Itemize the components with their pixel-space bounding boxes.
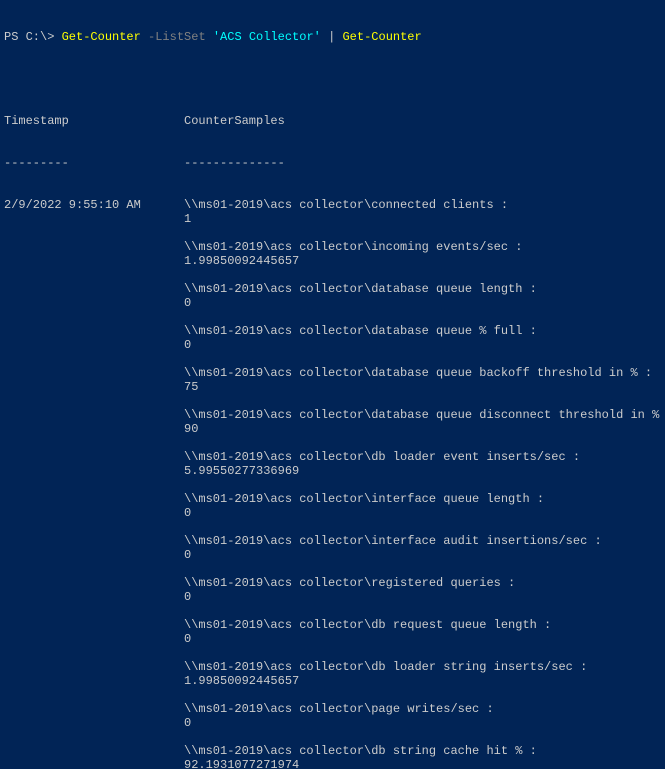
counter-value-row: 1 [4, 212, 661, 226]
header-timestamp: Timestamp [4, 114, 184, 128]
counter-sample-row: \\ms01-2019\acs collector\database queue… [4, 408, 661, 422]
counter-value-row: 0 [4, 716, 661, 730]
cmdlet-get-counter-2: Get-Counter [342, 30, 421, 44]
counter-path: \\ms01-2019\acs collector\connected clie… [184, 198, 508, 212]
counter-value-row: 0 [4, 506, 661, 520]
counter-path: \\ms01-2019\acs collector\db loader stri… [184, 660, 587, 674]
prompt-prefix: PS C:\> [4, 30, 62, 44]
counter-value-row: 90 [4, 422, 661, 436]
powershell-console[interactable]: PS C:\> Get-Counter -ListSet 'ACS Collec… [0, 0, 665, 769]
blank-line [4, 478, 661, 492]
counter-value: 1.99850092445657 [184, 254, 299, 268]
counter-value: 92.1931077271974 [184, 758, 299, 769]
blank-line [4, 730, 661, 744]
blank-line [4, 352, 661, 366]
counter-value: 0 [184, 338, 191, 352]
blank-line [4, 436, 661, 450]
counter-value: 0 [184, 716, 191, 730]
header-countersamples: CounterSamples [184, 114, 285, 128]
counter-sample-row: \\ms01-2019\acs collector\incoming event… [4, 240, 661, 254]
counter-value-row: 0 [4, 590, 661, 604]
blank-line [4, 394, 661, 408]
counter-sample-row: 2/9/2022 9:55:10 AM\\ms01-2019\acs colle… [4, 198, 661, 212]
counter-value: 1.99850092445657 [184, 674, 299, 688]
counter-sample-row: \\ms01-2019\acs collector\database queue… [4, 282, 661, 296]
counter-value: 0 [184, 548, 191, 562]
blank-line [4, 268, 661, 282]
header-row: TimestampCounterSamples [4, 114, 661, 128]
counter-sample-row: \\ms01-2019\acs collector\db loader even… [4, 450, 661, 464]
counter-path: \\ms01-2019\acs collector\db request que… [184, 618, 551, 632]
counter-path: \\ms01-2019\acs collector\interface audi… [184, 534, 602, 548]
divider-countersamples: -------------- [184, 156, 285, 170]
blank-line [4, 310, 661, 324]
counter-path: \\ms01-2019\acs collector\database queue… [184, 324, 537, 338]
counter-value: 75 [184, 380, 198, 394]
arg-acs-collector: 'ACS Collector' [213, 30, 321, 44]
counter-sample-row: \\ms01-2019\acs collector\page writes/se… [4, 702, 661, 716]
counter-path: \\ms01-2019\acs collector\interface queu… [184, 492, 544, 506]
counter-sample-row: \\ms01-2019\acs collector\db loader stri… [4, 660, 661, 674]
counter-value: 0 [184, 296, 191, 310]
counter-value-row: 0 [4, 296, 661, 310]
counter-path: \\ms01-2019\acs collector\database queue… [184, 366, 652, 380]
counter-value-row: 1.99850092445657 [4, 674, 661, 688]
blank-line [4, 562, 661, 576]
counter-value-row: 1.99850092445657 [4, 254, 661, 268]
counter-sample-row: \\ms01-2019\acs collector\interface queu… [4, 492, 661, 506]
pipe-operator: | [321, 30, 343, 44]
counter-value: 1 [184, 212, 191, 226]
counter-value-row: 0 [4, 548, 661, 562]
counter-sample-row: \\ms01-2019\acs collector\database queue… [4, 366, 661, 380]
timestamp-cell: 2/9/2022 9:55:10 AM [4, 198, 184, 212]
counter-path: \\ms01-2019\acs collector\registered que… [184, 576, 515, 590]
counter-value: 5.99550277336969 [184, 464, 299, 478]
counter-sample-row: \\ms01-2019\acs collector\db string cach… [4, 744, 661, 758]
counter-path: \\ms01-2019\acs collector\db loader even… [184, 450, 580, 464]
counter-value-row: 75 [4, 380, 661, 394]
blank-line [4, 604, 661, 618]
prompt-line: PS C:\> Get-Counter -ListSet 'ACS Collec… [4, 30, 661, 44]
counter-path: \\ms01-2019\acs collector\database queue… [184, 408, 665, 422]
counter-value: 0 [184, 632, 191, 646]
param-listset: -ListSet [141, 30, 213, 44]
counter-sample-row: \\ms01-2019\acs collector\db request que… [4, 618, 661, 632]
divider-row: ----------------------- [4, 156, 661, 170]
counter-value-row: 0 [4, 338, 661, 352]
blank-line [4, 226, 661, 240]
blank-line [4, 646, 661, 660]
counter-value: 0 [184, 506, 191, 520]
blank-line [4, 72, 661, 86]
samples-output: 2/9/2022 9:55:10 AM\\ms01-2019\acs colle… [4, 198, 661, 769]
counter-value: 0 [184, 590, 191, 604]
counter-value-row: 5.99550277336969 [4, 464, 661, 478]
counter-path: \\ms01-2019\acs collector\page writes/se… [184, 702, 494, 716]
counter-sample-row: \\ms01-2019\acs collector\database queue… [4, 324, 661, 338]
counter-path: \\ms01-2019\acs collector\database queue… [184, 282, 537, 296]
cmdlet-get-counter-1: Get-Counter [62, 30, 141, 44]
counter-value-row: 0 [4, 632, 661, 646]
blank-line [4, 688, 661, 702]
divider-timestamp: --------- [4, 156, 184, 170]
counter-value: 90 [184, 422, 198, 436]
counter-path: \\ms01-2019\acs collector\db string cach… [184, 744, 537, 758]
counter-path: \\ms01-2019\acs collector\incoming event… [184, 240, 522, 254]
counter-sample-row: \\ms01-2019\acs collector\interface audi… [4, 534, 661, 548]
counter-value-row: 92.1931077271974 [4, 758, 661, 769]
counter-sample-row: \\ms01-2019\acs collector\registered que… [4, 576, 661, 590]
blank-line [4, 520, 661, 534]
